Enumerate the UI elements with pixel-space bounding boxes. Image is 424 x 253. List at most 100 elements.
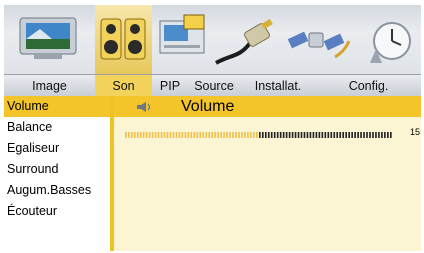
tab-config[interactable]: Config. (316, 75, 421, 96)
source-category[interactable] (210, 5, 279, 74)
volume-segment (154, 132, 157, 138)
pip-category[interactable] (152, 5, 210, 74)
menu-item-augum-basses[interactable]: Augum.Basses (4, 180, 110, 201)
volume-segment (160, 132, 163, 138)
volume-segment (387, 132, 389, 138)
volume-segment (348, 132, 350, 138)
volume-segment (291, 132, 294, 138)
sound-category[interactable] (95, 5, 152, 74)
volume-segment (345, 132, 347, 138)
menu-item-balance[interactable]: Balance (4, 117, 110, 138)
volume-segment (259, 132, 261, 138)
volume-segment (148, 132, 151, 138)
volume-segment (279, 132, 282, 138)
volume-segment (196, 132, 199, 138)
category-icon-strip (4, 5, 421, 74)
volume-segment (309, 132, 312, 138)
volume-segment (372, 132, 374, 138)
volume-segment (390, 132, 392, 138)
image-category[interactable] (4, 5, 95, 74)
tab-source[interactable]: Source (188, 75, 240, 96)
volume-segment (357, 132, 359, 138)
volume-segment (217, 132, 219, 138)
volume-segment (232, 132, 234, 138)
volume-segment (142, 132, 145, 138)
volume-segment (297, 132, 300, 138)
volume-segment (226, 132, 228, 138)
volume-segment (235, 132, 237, 138)
volume-segment (360, 132, 362, 138)
satellite-icon (287, 31, 351, 59)
menu-item-ecouteur[interactable]: Écouteur (4, 201, 110, 222)
volume-segment (273, 132, 276, 138)
tab-pip[interactable]: PIP (152, 75, 188, 96)
volume-segment (285, 132, 288, 138)
volume-segment (229, 132, 231, 138)
volume-segment (202, 132, 205, 138)
volume-segment (250, 132, 252, 138)
menu-item-egaliseur[interactable]: Egaliseur (4, 138, 110, 159)
volume-segment (139, 132, 142, 138)
volume-value: 15 (410, 127, 421, 137)
speakers-icon (100, 18, 146, 60)
volume-segment (330, 132, 333, 138)
tab-image[interactable]: Image (4, 75, 95, 96)
volume-segment (208, 132, 211, 138)
volume-segment (324, 132, 327, 138)
volume-segment (184, 132, 187, 138)
volume-segment (220, 132, 222, 138)
installation-category[interactable] (279, 5, 356, 74)
panel-header: Volume (114, 96, 421, 117)
volume-segment (327, 132, 330, 138)
volume-segment (381, 132, 383, 138)
speaker-icon (137, 102, 151, 112)
volume-segment (145, 132, 148, 138)
sound-menu-list: Volume Balance Egaliseur Surround Augum.… (4, 96, 114, 251)
volume-segment (127, 132, 130, 138)
volume-segment (133, 132, 136, 138)
volume-segment (336, 132, 339, 138)
clock-icon (370, 22, 411, 63)
volume-segment (282, 132, 285, 138)
volume-segment (187, 132, 190, 138)
volume-segment (378, 132, 380, 138)
volume-segment (264, 132, 267, 138)
volume-segment (157, 132, 160, 138)
config-category[interactable] (356, 5, 421, 74)
volume-segment (306, 132, 309, 138)
volume-segment (175, 132, 178, 138)
volume-segment (214, 132, 216, 138)
volume-segment (303, 132, 306, 138)
volume-segment (339, 132, 342, 138)
menu-item-surround[interactable]: Surround (4, 159, 110, 180)
volume-segment (270, 132, 273, 138)
volume-segment (312, 132, 315, 138)
volume-segment (244, 132, 246, 138)
volume-segment (238, 132, 240, 138)
volume-segment (342, 132, 345, 138)
volume-segment (294, 132, 297, 138)
volume-segment (205, 132, 208, 138)
tab-son[interactable]: Son (95, 75, 152, 96)
volume-segment (369, 132, 371, 138)
volume-segment (163, 132, 166, 138)
pip-icon (159, 14, 205, 54)
volume-segment (190, 132, 193, 138)
volume-slider[interactable] (125, 132, 393, 138)
monitor-icon (19, 17, 77, 59)
volume-segment (366, 132, 368, 138)
volume-segment (276, 132, 279, 138)
volume-segment (241, 132, 243, 138)
volume-segment (256, 132, 258, 138)
volume-segment (130, 132, 133, 138)
volume-segment (193, 132, 196, 138)
volume-segment (178, 132, 181, 138)
menu-item-volume[interactable]: Volume (4, 96, 110, 117)
volume-segment (318, 132, 321, 138)
volume-segment (172, 132, 175, 138)
volume-segment (125, 132, 127, 138)
category-tabs: Image Son PIP Source Installat. Config. (4, 74, 421, 96)
volume-segment (211, 132, 213, 138)
tab-installat[interactable]: Installat. (240, 75, 316, 96)
volume-segment (253, 132, 255, 138)
